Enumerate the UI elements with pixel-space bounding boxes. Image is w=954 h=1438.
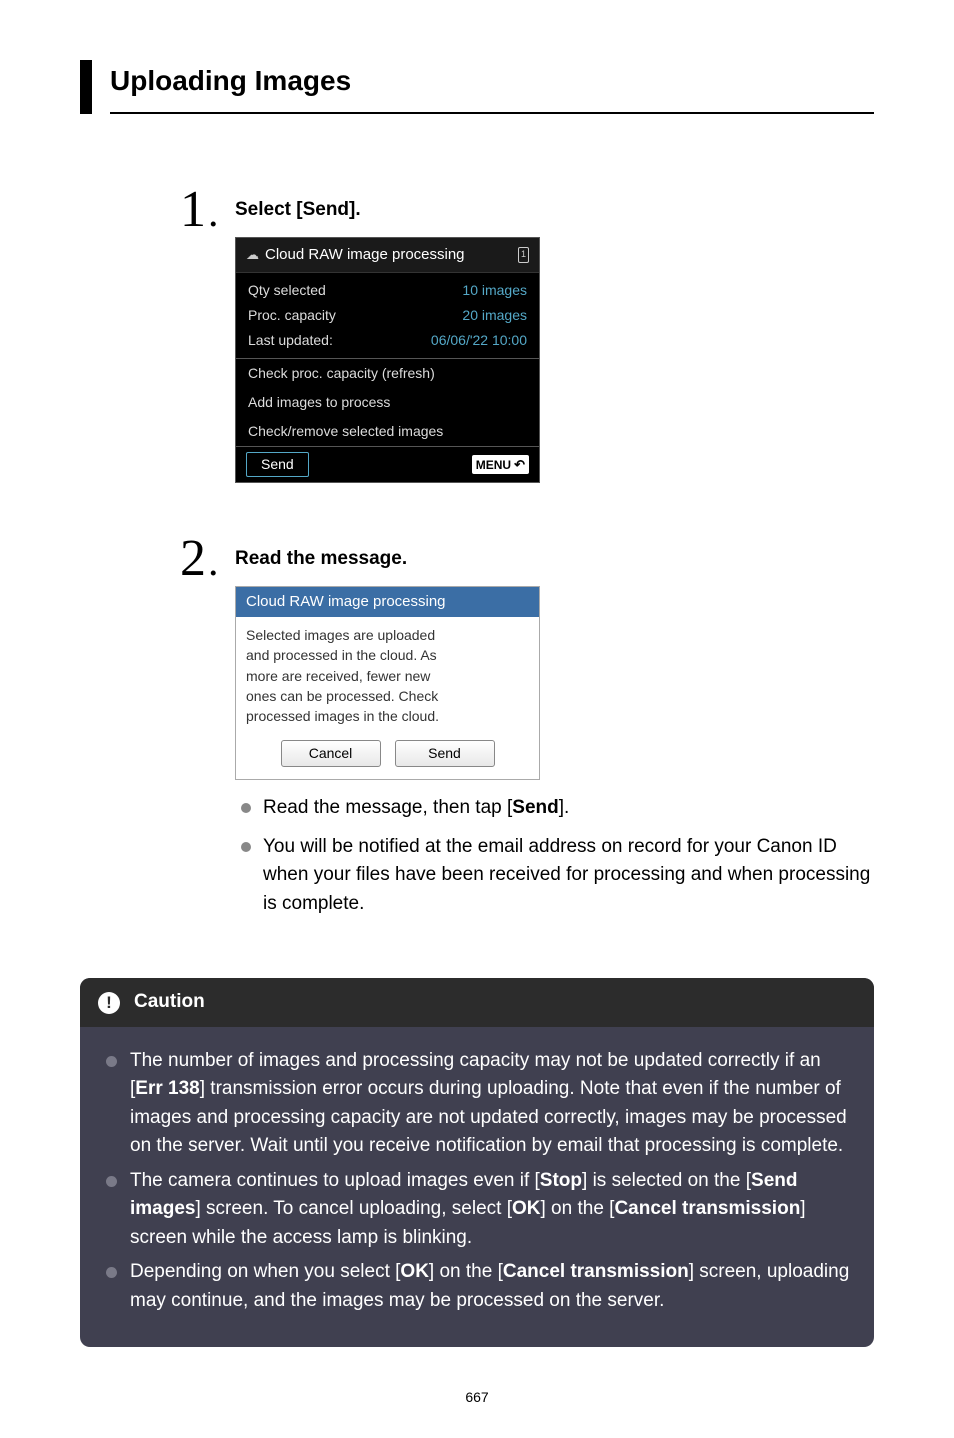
caution-title-bar: ! Caution [80, 978, 874, 1027]
step-number: 1. [180, 184, 235, 483]
step-heading: Read the message. [235, 545, 874, 574]
status-value: 06/06/'22 10:00 [431, 330, 527, 351]
send-button[interactable]: Send [395, 740, 495, 767]
step-2: 2. Read the message. Cloud RAW image pro… [180, 533, 874, 928]
dialog-body: Selected images are uploaded and process… [236, 617, 539, 730]
dialog-line: Selected images are uploaded [246, 625, 529, 645]
page-title-wrap: Uploading Images [80, 60, 874, 114]
camera-screen-1: Cloud RAW image processing 1 Qty selecte… [235, 237, 540, 484]
caution-item: The camera continues to upload images ev… [102, 1167, 852, 1253]
status-label: Proc. capacity [248, 305, 336, 326]
cloud-icon [246, 244, 259, 267]
camera-screen-2: Cloud RAW image processing Selected imag… [235, 586, 540, 781]
step-heading: Select [Send]. [235, 196, 874, 225]
caution-item: The number of images and processing capa… [102, 1047, 852, 1161]
dialog-title: Cloud RAW image processing [236, 587, 539, 618]
caution-box: ! Caution The number of images and proce… [80, 978, 874, 1347]
instruction-item: You will be notified at the email addres… [235, 833, 874, 919]
status-value: 10 images [462, 280, 527, 301]
status-row: Qty selected 10 images [236, 278, 539, 303]
menu-back-button[interactable]: MENU [472, 455, 529, 475]
menu-item-add-images[interactable]: Add images to process [236, 388, 539, 417]
status-value: 20 images [462, 305, 527, 326]
menu-item-check-capacity[interactable]: Check proc. capacity (refresh) [236, 359, 539, 388]
camera-screen-title-bar: Cloud RAW image processing 1 [236, 238, 539, 274]
caution-item: Depending on when you select [OK] on the… [102, 1258, 852, 1315]
dialog-line: and processed in the cloud. As [246, 645, 529, 665]
camera-screen-title: Cloud RAW image processing [265, 244, 465, 267]
page-title: Uploading Images [110, 60, 874, 114]
send-button[interactable]: Send [246, 452, 309, 477]
card-slot-icon: 1 [518, 247, 529, 263]
step-number: 2. [180, 533, 235, 928]
back-arrow-icon [514, 455, 525, 475]
instruction-bullets: Read the message, then tap [Send]. You w… [235, 794, 874, 918]
instruction-item: Read the message, then tap [Send]. [235, 794, 874, 823]
caution-icon: ! [98, 992, 120, 1014]
step-1: 1. Select [Send]. Cloud RAW image proces… [180, 184, 874, 483]
dialog-line: more are received, fewer new [246, 666, 529, 686]
dialog-line: ones can be processed. Check [246, 686, 529, 706]
cancel-button[interactable]: Cancel [281, 740, 381, 767]
caution-list: The number of images and processing capa… [102, 1047, 852, 1316]
menu-item-check-remove[interactable]: Check/remove selected images [236, 417, 539, 446]
caution-title: Caution [134, 988, 205, 1017]
status-label: Last updated: [248, 330, 333, 351]
status-row: Proc. capacity 20 images [236, 303, 539, 328]
dialog-line: processed images in the cloud. [246, 706, 529, 726]
status-row: Last updated: 06/06/'22 10:00 [236, 328, 539, 353]
page-number: 667 [80, 1387, 874, 1408]
status-label: Qty selected [248, 280, 326, 301]
